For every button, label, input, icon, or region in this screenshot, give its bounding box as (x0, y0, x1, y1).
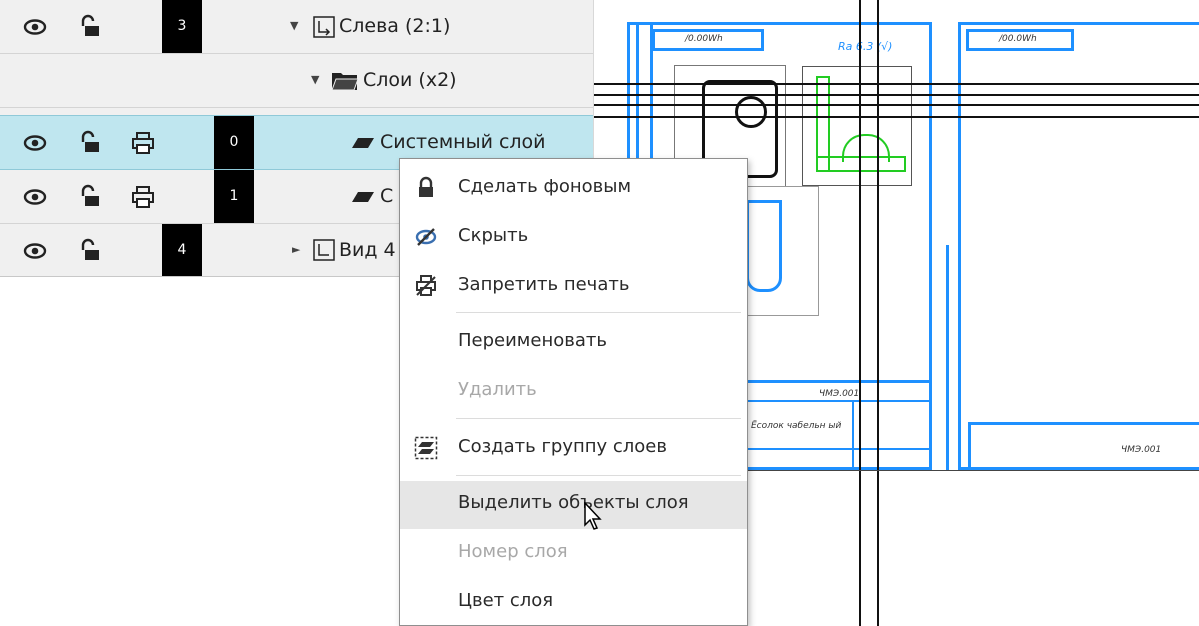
title-name: Ёсолок чабельн ый (751, 421, 842, 431)
view-icon (311, 15, 337, 41)
menu-item-hide[interactable]: Скрыть (400, 214, 747, 260)
layer-tree-label: Вид 4 (339, 239, 396, 261)
visibility-eye-icon[interactable] (22, 130, 48, 156)
sheet2-code: ЧМЭ.001 (1121, 445, 1162, 455)
construction-line-h4 (593, 116, 1199, 118)
layer-number-badge: 3 (162, 0, 202, 53)
roughness-mark: Ra 6.3 (√) (838, 40, 893, 53)
part-hole (735, 96, 767, 128)
construction-line-h3 (593, 104, 1199, 106)
menu-item-label: Цвет слоя (458, 590, 554, 611)
title-line-2 (744, 448, 932, 450)
expand-arrow-icon[interactable]: ▼ (290, 19, 298, 32)
menu-item-layer-color[interactable]: Цвет слоя (400, 579, 747, 625)
menu-separator (456, 312, 741, 313)
expand-arrow-icon[interactable]: ▼ (311, 73, 319, 86)
menu-item-disable-print[interactable]: Запретить печать (400, 263, 747, 309)
layer-group-icon (414, 436, 438, 460)
layer-tree-label: С (380, 185, 394, 207)
title-vline-1 (852, 400, 854, 470)
printer-icon[interactable] (130, 130, 156, 156)
unlock-icon[interactable] (77, 238, 103, 264)
unlock-icon[interactable] (77, 130, 103, 156)
layer-number-badge: 1 (214, 170, 254, 223)
sheet1-code-box: /0.00Wh (652, 29, 764, 51)
visibility-eye-icon[interactable] (22, 238, 48, 264)
construction-line-v2 (877, 0, 879, 626)
view-icon (311, 238, 337, 264)
menu-item-select-layer-objects[interactable]: Выделить объекты слоя (400, 481, 747, 529)
menu-separator (456, 418, 741, 419)
menu-item-label: Выделить объекты слоя (458, 492, 689, 513)
menu-item-delete[interactable]: Удалить (400, 368, 747, 414)
mouse-cursor-icon (584, 501, 604, 536)
folder-icon (331, 69, 359, 95)
sheet2-code-text: /00.0Wh (999, 34, 1037, 44)
layer-tree-row-layers-group[interactable]: ▼ Слои (x2) (0, 54, 593, 108)
construction-line-v1 (859, 0, 861, 626)
sheet2-left-strip (946, 245, 949, 470)
sheet2-title-block: ЧМЭ.001 (968, 422, 1199, 470)
layer-number-badge: 4 (162, 224, 202, 276)
title-code: ЧМЭ.001 (819, 389, 860, 399)
no-print-icon (414, 274, 438, 298)
menu-item-label: Запретить печать (458, 274, 630, 295)
drawing-sheet-2 (958, 22, 1199, 470)
title-line-1 (744, 400, 932, 402)
lock-icon (414, 176, 438, 200)
menu-item-create-layer-group[interactable]: Создать группу слоев (400, 425, 747, 471)
menu-item-label: Сделать фоновым (458, 176, 632, 197)
collapse-arrow-icon[interactable]: ► (292, 243, 300, 256)
sheet1-title-block: ЧМЭ.001 Ёсолок чабельн ый (744, 380, 932, 470)
layer-icon (350, 131, 376, 157)
menu-separator (456, 475, 741, 476)
menu-item-label: Удалить (458, 379, 537, 400)
unlock-icon[interactable] (77, 14, 103, 40)
visibility-eye-icon[interactable] (22, 184, 48, 210)
sheet2-code-box: /00.0Wh (966, 29, 1074, 51)
visibility-eye-icon[interactable] (22, 14, 48, 40)
context-menu: Сделать фоновым Скрыть Запретить печать … (399, 158, 748, 626)
menu-item-label: Номер слоя (458, 541, 568, 562)
menu-item-label: Переименовать (458, 330, 607, 351)
layer-icon (350, 185, 376, 211)
menu-item-rename[interactable]: Переименовать (400, 319, 747, 365)
layer-tree-label: Системный слой (380, 131, 546, 153)
menu-item-label: Создать группу слоев (458, 436, 667, 457)
construction-line-h2 (593, 94, 1199, 96)
layer-tree-label: Слои (x2) (363, 69, 457, 91)
layer-number-badge: 0 (214, 116, 254, 169)
layer-tree-row-view-left[interactable]: 3 ▼ Слева (2:1) (0, 0, 593, 54)
printer-icon[interactable] (130, 184, 156, 210)
sheet-bottom-line (740, 470, 1199, 471)
sheet1-code-text: /0.00Wh (685, 34, 723, 44)
construction-line-h1 (593, 83, 1199, 85)
lower-blue-part (746, 200, 782, 292)
hide-eye-icon (414, 225, 438, 249)
layer-tree-label: Слева (2:1) (339, 15, 451, 37)
menu-item-make-background[interactable]: Сделать фоновым (400, 165, 747, 211)
menu-item-layer-number[interactable]: Номер слоя (400, 530, 747, 576)
unlock-icon[interactable] (77, 184, 103, 210)
menu-item-label: Скрыть (458, 225, 529, 246)
